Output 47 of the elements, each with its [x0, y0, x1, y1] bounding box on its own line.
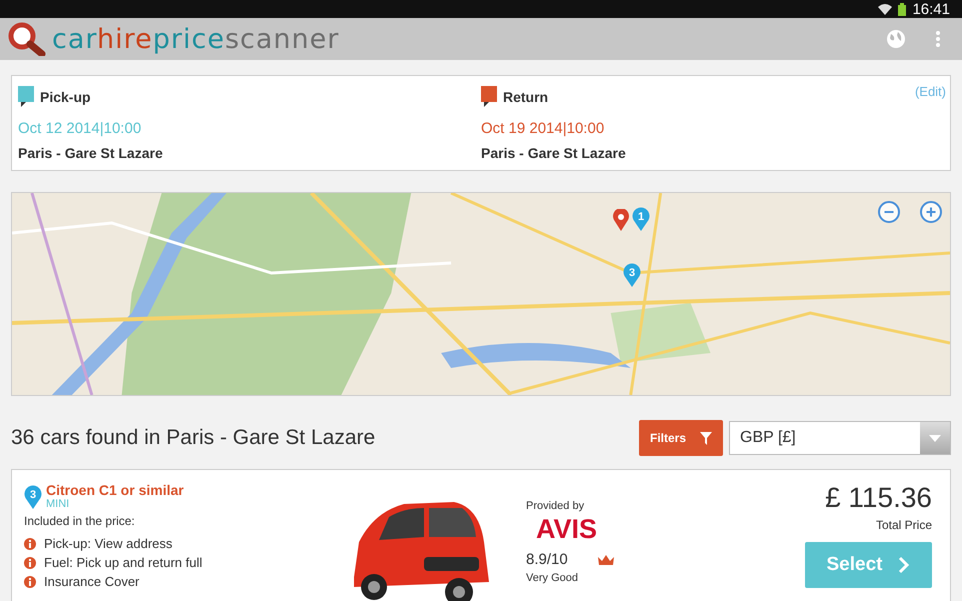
return-datetime: Oct 19 2014|10:00 [481, 120, 606, 137]
info-icon [24, 556, 36, 568]
feature-text: Pick-up: View address [44, 536, 172, 551]
pickup-label: Pick-up [40, 89, 91, 105]
caret-icon [929, 434, 941, 442]
crown-icon [598, 554, 614, 564]
map-marker: 3 [24, 485, 42, 509]
feature-text: Fuel: Pick up and return full [44, 555, 202, 570]
wifi-icon [878, 3, 892, 15]
results-heading: 36 cars found in Paris - Gare St Lazare [11, 426, 376, 450]
pickup-datetime: Oct 12 2014|10:00 [18, 120, 142, 137]
chevron-icon [898, 556, 910, 574]
menu-icon[interactable] [936, 31, 940, 47]
status-time: 16:41 [912, 0, 950, 18]
map-marker[interactable]: 3 [623, 263, 641, 287]
provided-by-label: Provided by [526, 500, 586, 512]
rating-text: Very Good [526, 572, 579, 584]
rating-score: 8.9/10 [526, 551, 568, 568]
logo-word: car [52, 24, 98, 54]
logo-word: price [152, 24, 225, 54]
filter-icon [700, 432, 712, 444]
pickup-location: Paris - Gare St Lazare [18, 145, 164, 161]
currency-dropdown[interactable]: GBP [£] [729, 421, 951, 455]
price-label: Total Price [876, 518, 932, 532]
logo-word: hire [97, 24, 153, 54]
car-category: MINI [46, 498, 70, 510]
battery-icon [898, 2, 906, 16]
edit-link[interactable]: (Edit) [914, 84, 946, 99]
provider-logo: AVIS [536, 514, 598, 545]
select-button[interactable]: Select [805, 542, 932, 588]
map-marker[interactable]: 1 [632, 207, 650, 231]
return-label: Return [503, 89, 548, 105]
price: £ 115.36 [825, 482, 932, 514]
magnifier-icon [8, 22, 48, 56]
return-location: Paris - Gare St Lazare [481, 145, 627, 161]
globe-icon[interactable] [886, 29, 906, 49]
filters-button[interactable]: Filters [639, 420, 723, 456]
info-icon [24, 538, 36, 550]
flag-icon [481, 86, 497, 108]
car-name: Citroen C1 or similar [46, 482, 184, 498]
flag-icon [18, 86, 34, 108]
included-label: Included in the price: [24, 514, 136, 528]
info-icon [24, 576, 36, 588]
location-pin-icon [613, 209, 629, 231]
feature-text: Insurance Cover [44, 574, 140, 589]
map[interactable]: 1 3 − + [11, 192, 951, 396]
logo-word: scanner [224, 24, 340, 54]
